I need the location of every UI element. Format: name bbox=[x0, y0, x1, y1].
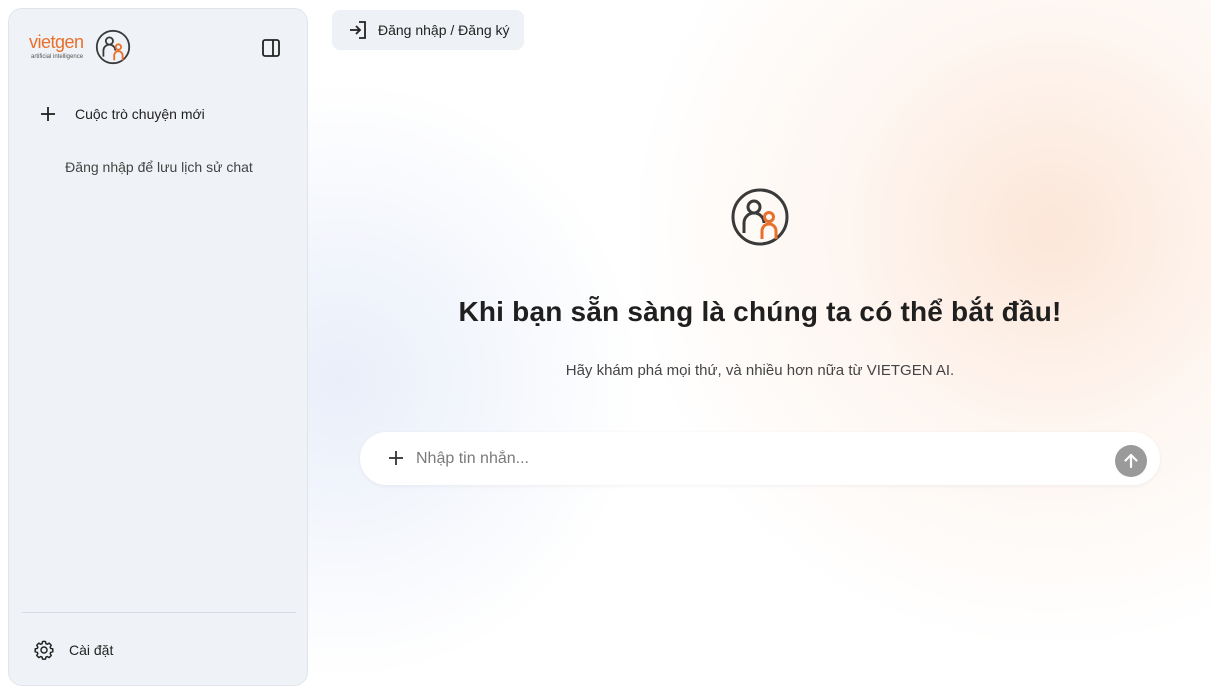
vietgen-person-icon bbox=[95, 29, 131, 65]
login-register-button[interactable]: Đăng nhập / Đăng ký bbox=[332, 10, 524, 50]
logo-wordmark: vietgen bbox=[29, 32, 84, 52]
sidebar: vietgen artificial intelligence Cuộc trò… bbox=[8, 8, 308, 686]
page-title: Khi bạn sẵn sàng là chúng ta có thể bắt … bbox=[458, 296, 1062, 327]
brand-logo[interactable]: vietgen artificial intelligence bbox=[29, 27, 133, 67]
plus-icon bbox=[37, 103, 59, 125]
sidebar-divider bbox=[22, 612, 296, 613]
send-button[interactable] bbox=[1115, 445, 1147, 477]
logo-tagline: artificial intelligence bbox=[31, 54, 84, 60]
page-subtitle: Hãy khám phá mọi thứ, và nhiều hơn nữa t… bbox=[565, 362, 955, 379]
settings-button[interactable]: Cài đặt bbox=[33, 638, 113, 662]
plus-icon bbox=[389, 451, 403, 465]
message-input[interactable] bbox=[416, 445, 1096, 473]
login-register-label: Đăng nhập / Đăng ký bbox=[378, 22, 510, 38]
new-chat-button[interactable]: Cuộc trò chuyện mới bbox=[37, 101, 205, 127]
chat-history-login-hint: Đăng nhập để lưu lịch sử chat bbox=[65, 159, 253, 175]
message-composer bbox=[360, 432, 1160, 485]
settings-label: Cài đặt bbox=[69, 642, 114, 658]
gear-icon bbox=[34, 640, 54, 660]
app-page: vietgen artificial intelligence Cuộc trò… bbox=[0, 0, 1211, 694]
sidebar-toggle-button[interactable] bbox=[259, 36, 283, 60]
new-chat-label: Cuộc trò chuyện mới bbox=[75, 106, 205, 122]
vietgen-person-icon bbox=[731, 188, 789, 246]
attach-button[interactable] bbox=[386, 448, 406, 468]
login-arrow-icon bbox=[350, 21, 366, 39]
arrow-up-icon bbox=[1124, 453, 1138, 469]
sidebar-toggle-icon bbox=[262, 39, 280, 57]
